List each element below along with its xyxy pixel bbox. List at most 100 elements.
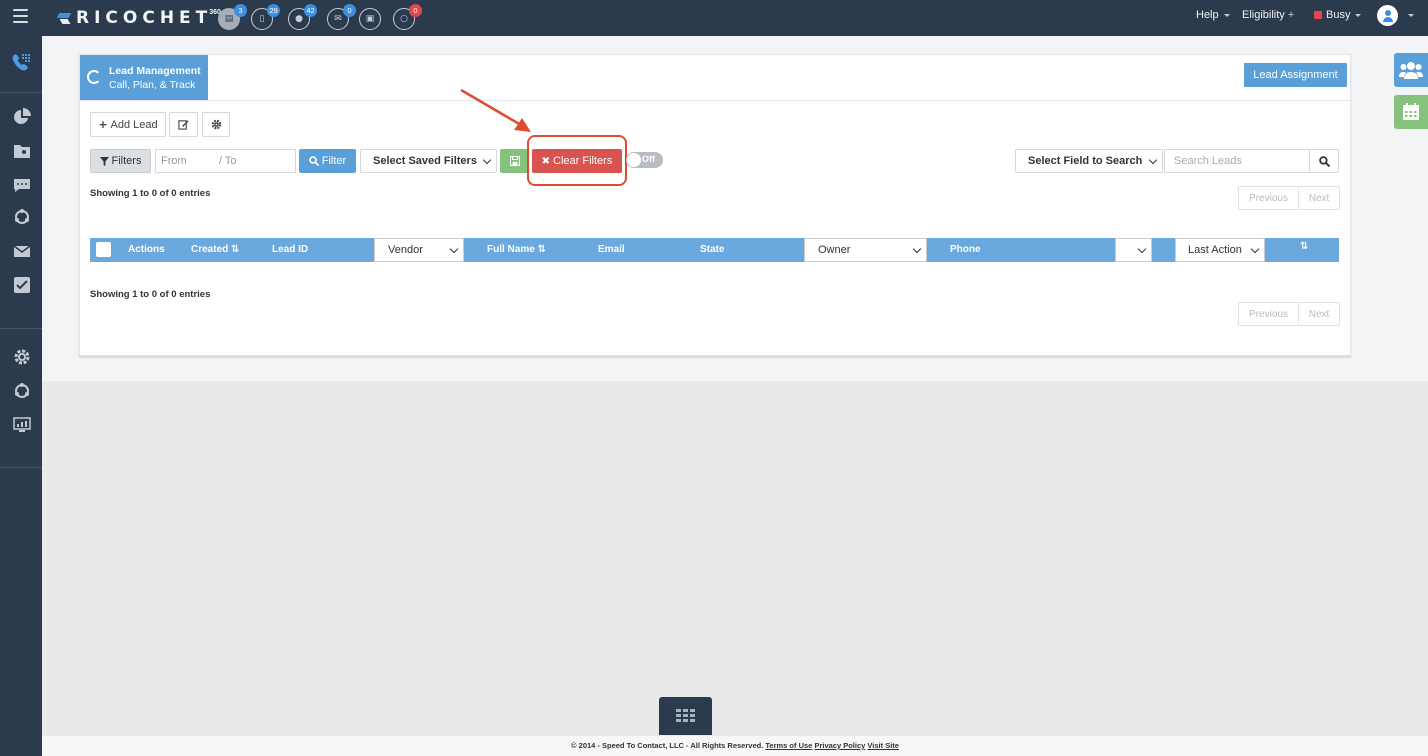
col-full-name[interactable]: Full Name ⇅ [487, 244, 546, 255]
previous-button[interactable]: Previous [1239, 303, 1299, 325]
entries-info-bottom: Showing 1 to 0 of 0 entries [90, 289, 211, 300]
panel-divider [80, 100, 1350, 101]
notif-badge: 29 [267, 4, 280, 17]
chevron-down-icon [1355, 13, 1362, 17]
edit-icon [178, 120, 189, 130]
add-lead-button[interactable]: + Add Lead [90, 112, 166, 137]
edit-button[interactable] [169, 112, 198, 137]
user-avatar[interactable] [1377, 5, 1398, 26]
notif-leads[interactable]: ▤ 3 [218, 4, 247, 30]
notif-messages[interactable]: ○ 0 [393, 4, 422, 30]
grid-icon [675, 709, 695, 722]
visit-site-link[interactable]: Visit Site [867, 741, 899, 750]
speech-bubble-icon: ○ [400, 14, 408, 24]
notif-inbox[interactable]: ▣ [359, 8, 381, 30]
chat-icon[interactable] [13, 176, 31, 194]
date-range-input[interactable]: From / To [155, 149, 296, 173]
left-sidebar [0, 36, 42, 756]
previous-button[interactable]: Previous [1239, 187, 1299, 209]
extra-filter-select[interactable] [1115, 238, 1152, 262]
help-label: Help [1196, 9, 1219, 21]
search-button[interactable] [1309, 149, 1339, 173]
search-icon [308, 156, 319, 166]
footer: © 2014 - Speed To Contact, LLC - All Rig… [42, 736, 1428, 756]
search-icon [1318, 155, 1330, 167]
search-field-select[interactable]: Select Field to Search [1015, 149, 1163, 173]
calendar-button[interactable] [1394, 95, 1428, 129]
gear-icon[interactable] [13, 348, 31, 366]
filter-label: Filter [321, 155, 347, 167]
ricochet-logo-icon [58, 11, 72, 25]
gear-icon [211, 119, 221, 130]
task-check-icon[interactable] [13, 276, 31, 294]
from-placeholder: From [161, 155, 187, 167]
next-button[interactable]: Next [1299, 303, 1339, 325]
sort-icon[interactable]: ⇅ [1300, 241, 1308, 252]
sidebar-divider [0, 92, 42, 93]
notif-mail[interactable]: ✉ 0 [327, 4, 356, 30]
col-actions: Actions [128, 244, 165, 255]
phone-dialpad-icon[interactable] [11, 52, 31, 72]
col-phone: Phone [950, 244, 981, 255]
col-created[interactable]: Created ⇅ [191, 244, 239, 255]
plus-icon: + [98, 118, 108, 131]
status-label: Busy [1326, 9, 1351, 21]
envelope-icon[interactable] [13, 242, 31, 260]
save-filter-button[interactable] [500, 149, 529, 173]
owner-filter-select[interactable]: Owner [804, 238, 927, 262]
lead-management-tab[interactable]: Lead Management Call, Plan, & Track [80, 55, 208, 100]
top-bar: RICOCHET 360 ▤ 3 ▯ 29 ● 42 ✉ 0 ▣ ○ 0 Hel… [0, 0, 1428, 36]
chevron-down-icon[interactable] [1408, 14, 1414, 17]
lead-assignment-button[interactable]: Lead Assignment [1244, 63, 1347, 87]
notif-chats[interactable]: ● 42 [288, 4, 317, 30]
select-all-checkbox[interactable] [96, 242, 111, 257]
chevron-down-icon [912, 244, 922, 253]
privacy-link[interactable]: Privacy Policy [814, 741, 865, 750]
app-grid-button[interactable] [659, 697, 712, 735]
filter-button[interactable]: Filter [299, 149, 356, 173]
settings-button[interactable] [202, 112, 230, 137]
notif-badge: 0 [343, 4, 356, 17]
vendor-filter-select[interactable]: Vendor [374, 238, 464, 262]
entries-info-top: Showing 1 to 0 of 0 entries [90, 188, 211, 199]
owner-label: Owner [818, 244, 851, 256]
sync-icon[interactable] [13, 208, 31, 226]
table-header: Actions Created ⇅ Lead ID Vendor Full Na… [90, 238, 1339, 262]
pie-chart-icon[interactable] [13, 108, 31, 126]
last-action-select[interactable]: Last Action [1175, 238, 1265, 262]
filters-label: Filters [111, 155, 142, 167]
hamburger-menu-icon[interactable] [13, 9, 28, 23]
chat-icon: ● [295, 14, 303, 24]
team-button[interactable] [1394, 53, 1428, 87]
col-created-label: Created [191, 244, 229, 255]
monitor-stats-icon[interactable] [13, 416, 31, 434]
eligibility-menu[interactable]: Eligibility + [1242, 0, 1294, 30]
status-menu[interactable]: Busy [1314, 0, 1362, 30]
next-button[interactable]: Next [1299, 187, 1339, 209]
search-leads-input[interactable]: Search Leads [1164, 149, 1310, 173]
notif-documents[interactable]: ▯ 29 [251, 4, 280, 30]
file-icon: ▯ [259, 14, 265, 24]
chevron-down-icon [1223, 13, 1230, 17]
vendor-label: Vendor [388, 244, 423, 256]
inbox-icon: ▣ [365, 14, 375, 24]
sort-icon: ⇅ [231, 244, 240, 255]
eligibility-label: Eligibility [1242, 9, 1285, 21]
terms-link[interactable]: Terms of Use [765, 741, 812, 750]
annotation-highlight-box [527, 135, 627, 186]
filters-button[interactable]: Filters [90, 149, 151, 173]
saved-filters-select[interactable]: Select Saved Filters [360, 149, 497, 173]
filter-toggle-switch[interactable]: Off [626, 152, 663, 168]
status-dot-icon [1314, 11, 1322, 19]
pagination-top: Previous Next [1238, 186, 1340, 210]
col-email: Email [598, 244, 625, 255]
toggle-label: Off [642, 154, 655, 164]
network-icon[interactable] [13, 382, 31, 400]
help-menu[interactable]: Help [1196, 0, 1230, 30]
toggle-knob [627, 153, 641, 167]
floppy-disk-icon [509, 156, 520, 166]
panel-shadow [79, 355, 1351, 358]
brand-logo[interactable]: RICOCHET 360 [58, 8, 221, 28]
col-state: State [700, 244, 725, 255]
contacts-folder-icon[interactable] [13, 142, 31, 160]
